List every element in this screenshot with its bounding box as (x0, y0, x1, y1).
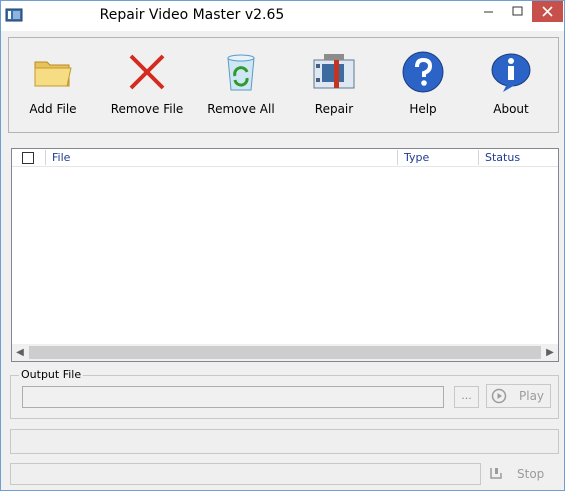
browse-button[interactable]: ... (454, 386, 479, 408)
about-button[interactable]: About (469, 48, 553, 120)
select-all-checkbox[interactable] (22, 152, 34, 164)
about-label: About (493, 102, 529, 116)
repair-button[interactable]: Repair (292, 48, 376, 120)
file-list-header: File Type Status (12, 149, 558, 167)
toolbar: Add File Remove File Remove All Repair H… (8, 37, 559, 133)
stop-label: Stop (517, 467, 545, 481)
title-bar[interactable]: Repair Video Master v2.65 (1, 1, 564, 31)
stop-icon (490, 468, 502, 479)
column-header-type[interactable]: Type (404, 151, 429, 164)
remove-all-label: Remove All (207, 102, 275, 116)
remove-file-label: Remove File (110, 102, 184, 116)
output-file-field[interactable] (22, 386, 444, 408)
info-icon (491, 53, 531, 92)
scroll-right-icon[interactable]: ▶ (542, 345, 558, 360)
progress-bar-current (10, 463, 481, 485)
remove-file-button[interactable]: Remove File (105, 48, 189, 120)
stop-button[interactable]: Stop (486, 463, 551, 485)
file-list[interactable]: File Type Status ◀ ▶ (11, 148, 559, 362)
horizontal-scrollbar[interactable]: ◀ ▶ (12, 344, 558, 361)
column-separator[interactable] (45, 150, 46, 165)
question-icon (402, 51, 444, 93)
maximize-icon (512, 6, 523, 16)
minimize-icon (484, 11, 493, 13)
recycle-bin-icon (227, 54, 255, 91)
add-file-label: Add File (29, 102, 77, 116)
minimize-button[interactable] (474, 1, 503, 22)
folder-icon (34, 61, 72, 87)
column-header-file[interactable]: File (52, 151, 70, 164)
maximize-button[interactable] (503, 1, 532, 22)
app-window: Repair Video Master v2.65 Add File Remov… (0, 0, 565, 491)
column-separator[interactable] (397, 150, 398, 165)
column-separator[interactable] (478, 150, 479, 165)
close-icon (542, 6, 553, 17)
close-button[interactable] (532, 1, 563, 22)
output-file-legend: Output File (19, 368, 84, 381)
play-button[interactable]: Play (486, 384, 551, 408)
remove-all-button[interactable]: Remove All (199, 48, 283, 120)
repair-tools-icon (313, 54, 355, 89)
progress-bar-overall (10, 429, 559, 454)
add-file-button[interactable]: Add File (11, 48, 95, 120)
window-title: Repair Video Master v2.65 (99, 7, 285, 23)
help-button[interactable]: Help (381, 48, 465, 120)
scroll-left-icon[interactable]: ◀ (12, 345, 28, 360)
help-label: Help (409, 102, 437, 116)
column-header-status[interactable]: Status (485, 151, 520, 164)
play-icon (491, 388, 507, 404)
repair-label: Repair (314, 102, 354, 116)
red-x-icon (129, 54, 165, 90)
scrollbar-thumb[interactable] (29, 346, 541, 359)
play-label: Play (519, 389, 545, 403)
